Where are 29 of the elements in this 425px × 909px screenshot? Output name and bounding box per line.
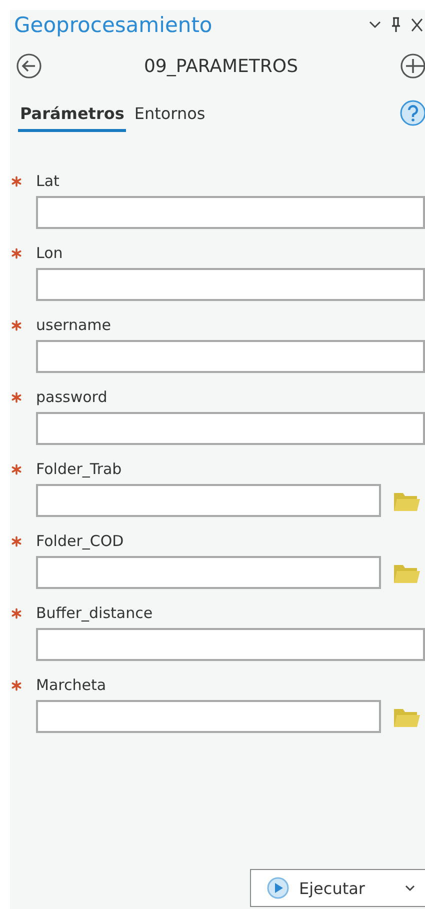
close-icon[interactable]: [411, 18, 423, 32]
back-icon[interactable]: [16, 53, 42, 79]
chevron-down-icon[interactable]: [369, 21, 381, 29]
input-field[interactable]: [36, 484, 381, 517]
help-icon[interactable]: [399, 100, 425, 126]
input-field[interactable]: [36, 628, 425, 661]
input-field[interactable]: [36, 196, 425, 229]
parameter-label: Lat: [36, 172, 60, 190]
play-icon: [267, 877, 289, 899]
parameter-label: Folder_COD: [36, 532, 124, 550]
parameter-label: Marcheta: [36, 676, 106, 694]
run-button[interactable]: Ejecutar: [250, 869, 425, 907]
input-field[interactable]: [36, 412, 425, 445]
parameter-label: password: [36, 388, 108, 406]
input-field[interactable]: [36, 700, 381, 733]
chevron-down-icon[interactable]: [405, 884, 415, 892]
add-icon[interactable]: [400, 53, 425, 79]
input-field[interactable]: [36, 340, 425, 373]
input-field[interactable]: [36, 268, 425, 301]
parameter-label: username: [36, 316, 111, 334]
tab[interactable]: Entornos: [132, 104, 208, 132]
tool-name: 09_PARAMETROS: [142, 56, 299, 76]
parameter-label: Folder_Trab: [36, 460, 122, 478]
parameter-label: Buffer_distance: [36, 604, 153, 622]
tab[interactable]: Parámetros: [18, 104, 126, 132]
input-field[interactable]: [36, 556, 381, 589]
parameter-label: Lon: [36, 244, 63, 262]
pane-title: Geoprocesamiento: [14, 13, 214, 37]
pin-icon[interactable]: [391, 17, 401, 33]
